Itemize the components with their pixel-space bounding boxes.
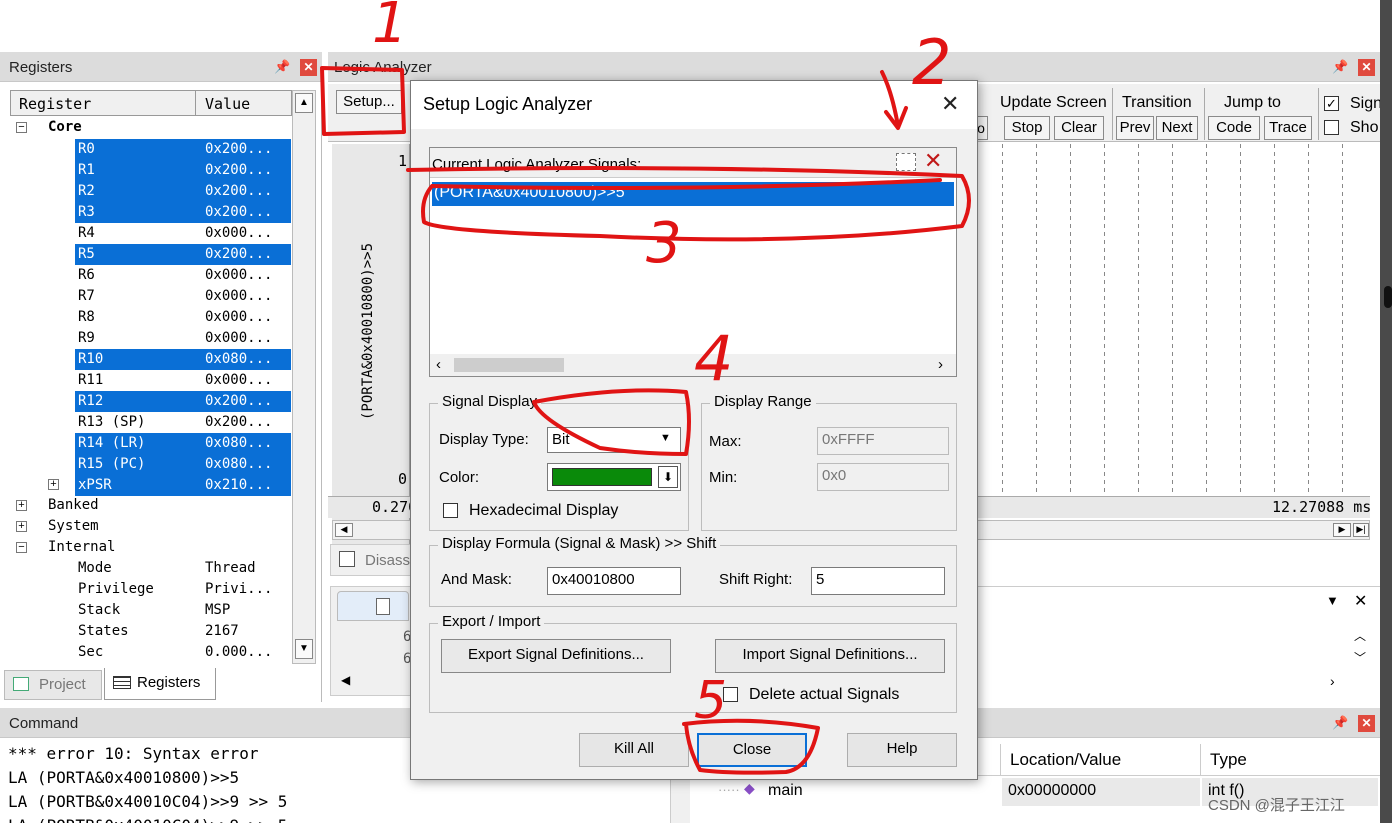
annotation-label-5: 5 <box>694 671 727 731</box>
annotation-arrow-2 <box>880 70 908 130</box>
red-annotations: 1 2 3 4 5 <box>320 0 971 775</box>
annotation-box-displaytype <box>532 388 691 456</box>
annotation-label-3: 3 <box>646 211 682 276</box>
annotation-loop-signal <box>406 166 971 242</box>
annotation-label-4: 4 <box>694 322 733 395</box>
annotation-label-1: 1 <box>372 0 408 56</box>
annotation-label-2: 2 <box>912 26 951 99</box>
annotation-box-setup <box>320 66 406 136</box>
